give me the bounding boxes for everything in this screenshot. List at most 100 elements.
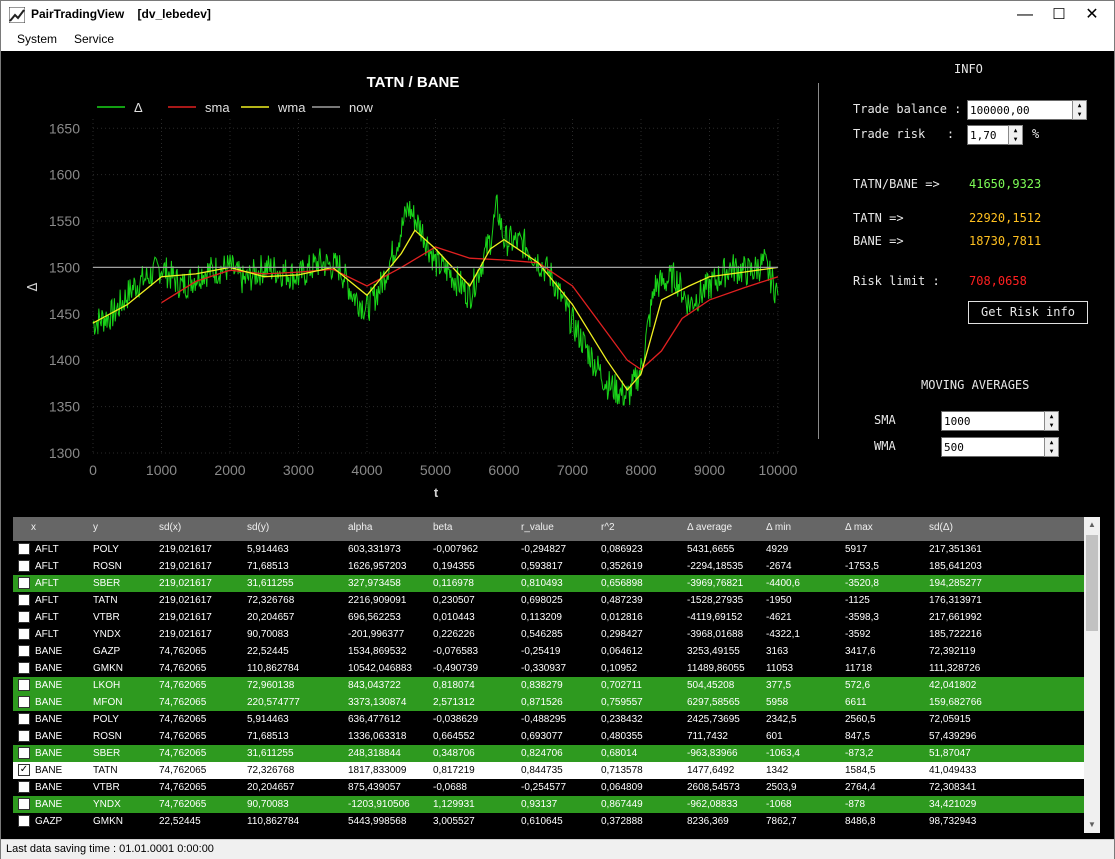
column-header[interactable]: x [31, 522, 36, 533]
risk-limit-label: Risk limit : [853, 274, 940, 288]
column-header[interactable]: y [93, 522, 98, 533]
table-row[interactable]: AFLT TATN 219,021617 72,326768 2216,909091 0,… [13, 592, 1084, 609]
row-checkbox[interactable] [18, 560, 30, 572]
table-row[interactable]: AFLT SBER 219,021617 31,611255 327,973458 0,1… [13, 575, 1084, 592]
table-cell: YNDX [93, 629, 121, 640]
legend-label: wma [277, 100, 306, 115]
get-risk-info-button[interactable]: Get Risk info [968, 301, 1088, 324]
table-cell: 3373,130874 [348, 697, 407, 708]
table-cell: 217,351361 [929, 544, 982, 555]
column-header[interactable]: Δ max [845, 522, 873, 533]
table-cell: 0,759557 [601, 697, 643, 708]
y-axis-label: Δ [26, 282, 41, 291]
table-row[interactable]: AFLT VTBR 219,021617 20,204657 696,562253 0,0… [13, 609, 1084, 626]
table-cell: 0,348706 [433, 748, 475, 759]
wma-spinner[interactable]: ▲ ▼ [1044, 437, 1059, 457]
table-row[interactable]: ✓ BANE TATN 74,762065 72,326768 1817,833009 0,… [13, 762, 1084, 779]
table-cell: 74,762065 [159, 714, 207, 725]
menu-service[interactable]: Service [74, 32, 114, 46]
trade-risk-input[interactable]: 1,70 ▲ ▼ [967, 125, 1023, 145]
wma-input[interactable]: 500 ▲ ▼ [941, 437, 1059, 457]
table-cell: -962,08833 [687, 799, 738, 810]
table-cell: 0,194355 [433, 561, 475, 572]
legend-label: Δ [134, 100, 143, 115]
column-header[interactable]: sd(Δ) [929, 522, 953, 533]
table-cell: 5958 [766, 697, 789, 708]
column-header[interactable]: sd(y) [247, 522, 269, 533]
trade-balance-input[interactable]: 100000,00 ▲ ▼ [967, 100, 1087, 120]
table-cell: 2342,5 [766, 714, 797, 725]
table-row[interactable]: AFLT POLY 219,021617 5,914463 603,331973 -0,0… [13, 541, 1084, 558]
table-cell: GMKN [93, 663, 123, 674]
row-checkbox[interactable] [18, 679, 30, 691]
row-checkbox[interactable] [18, 696, 30, 708]
column-header[interactable]: r^2 [601, 522, 615, 533]
scroll-up-icon[interactable]: ▲ [1084, 517, 1100, 533]
x-tick-label: 0 [89, 462, 97, 478]
row-checkbox[interactable] [18, 543, 30, 555]
row-checkbox[interactable] [18, 611, 30, 623]
row-checkbox[interactable] [18, 815, 30, 827]
column-header[interactable]: Δ min [766, 522, 791, 533]
column-header[interactable]: alpha [348, 522, 372, 533]
sma-input[interactable]: 1000 ▲ ▼ [941, 411, 1059, 431]
table-cell: 6611 [845, 697, 867, 708]
column-header[interactable]: Δ average [687, 522, 732, 533]
spin-down-icon[interactable]: ▼ [1009, 135, 1022, 144]
spin-up-icon[interactable]: ▲ [1009, 126, 1022, 135]
row-checkbox[interactable] [18, 781, 30, 793]
table-row[interactable]: AFLT ROSN 219,021617 71,68513 1626,957203 0,1… [13, 558, 1084, 575]
column-header[interactable]: sd(x) [159, 522, 181, 533]
table-cell: 0,664552 [433, 731, 475, 742]
table-cell: 327,973458 [348, 578, 401, 589]
table-row[interactable]: BANE VTBR 74,762065 20,204657 875,439057 -0,0… [13, 779, 1084, 796]
table-cell: 0,810493 [521, 578, 563, 589]
table-row[interactable]: BANE GAZP 74,762065 22,52445 1534,869532 -0,0… [13, 643, 1084, 660]
table-row[interactable]: GAZP GMKN 22,52445 110,862784 5443,998568 3,0… [13, 813, 1084, 830]
spin-up-icon[interactable]: ▲ [1045, 412, 1058, 421]
table-row[interactable]: BANE MFON 74,762065 220,574777 3373,130874 2,… [13, 694, 1084, 711]
close-button[interactable]: ✕ [1069, 1, 1115, 29]
row-checkbox[interactable] [18, 662, 30, 674]
row-checkbox[interactable] [18, 645, 30, 657]
scroll-thumb[interactable] [1086, 535, 1098, 631]
table-cell: 71,68513 [247, 561, 289, 572]
row-checkbox[interactable] [18, 594, 30, 606]
column-header[interactable]: beta [433, 522, 452, 533]
table-cell: 636,477612 [348, 714, 401, 725]
row-checkbox[interactable] [18, 798, 30, 810]
table-row[interactable]: BANE SBER 74,762065 31,611255 248,318844 0,34… [13, 745, 1084, 762]
menu-system[interactable]: System [17, 32, 57, 46]
table-row[interactable]: BANE LKOH 74,762065 72,960138 843,043722 0,81… [13, 677, 1084, 694]
spin-up-icon[interactable]: ▲ [1073, 101, 1086, 110]
row-checkbox[interactable]: ✓ [18, 764, 30, 776]
table-cell: -3520,8 [845, 578, 879, 589]
spin-down-icon[interactable]: ▼ [1073, 110, 1086, 119]
table-row[interactable]: AFLT YNDX 219,021617 90,70083 -201,996377 0,2… [13, 626, 1084, 643]
row-checkbox[interactable] [18, 713, 30, 725]
table-cell: 219,021617 [159, 561, 212, 572]
trade-risk-spinner[interactable]: ▲ ▼ [1008, 125, 1023, 145]
table-cell: SBER [93, 748, 121, 759]
row-checkbox[interactable] [18, 730, 30, 742]
title-bar[interactable]: PairTradingView [dv_lebedev] — ☐ ✕ [1, 1, 1114, 29]
vertical-scrollbar[interactable]: ▲ ▼ [1084, 517, 1100, 833]
spin-down-icon[interactable]: ▼ [1045, 447, 1058, 456]
row-checkbox[interactable] [18, 577, 30, 589]
table-cell: 8236,369 [687, 816, 729, 827]
table-cell: 5917 [845, 544, 868, 555]
row-checkbox[interactable] [18, 628, 30, 640]
scroll-down-icon[interactable]: ▼ [1084, 817, 1100, 833]
spin-down-icon[interactable]: ▼ [1045, 421, 1058, 430]
trade-balance-spinner[interactable]: ▲ ▼ [1072, 100, 1087, 120]
table-row[interactable]: BANE GMKN 74,762065 110,862784 10542,046883 -… [13, 660, 1084, 677]
sma-spinner[interactable]: ▲ ▼ [1044, 411, 1059, 431]
row-checkbox[interactable] [18, 747, 30, 759]
table-row[interactable]: BANE ROSN 74,762065 71,68513 1336,063318 0,66… [13, 728, 1084, 745]
table-cell: -4400,6 [766, 578, 800, 589]
pairs-table: x y sd(x) sd(y) alpha beta r_value r^2 Δ average… [13, 517, 1100, 833]
column-header[interactable]: r_value [521, 522, 554, 533]
spin-up-icon[interactable]: ▲ [1045, 438, 1058, 447]
table-row[interactable]: BANE POLY 74,762065 5,914463 636,477612 -0,03… [13, 711, 1084, 728]
table-row[interactable]: BANE YNDX 74,762065 90,70083 -1203,910506 1,1… [13, 796, 1084, 813]
